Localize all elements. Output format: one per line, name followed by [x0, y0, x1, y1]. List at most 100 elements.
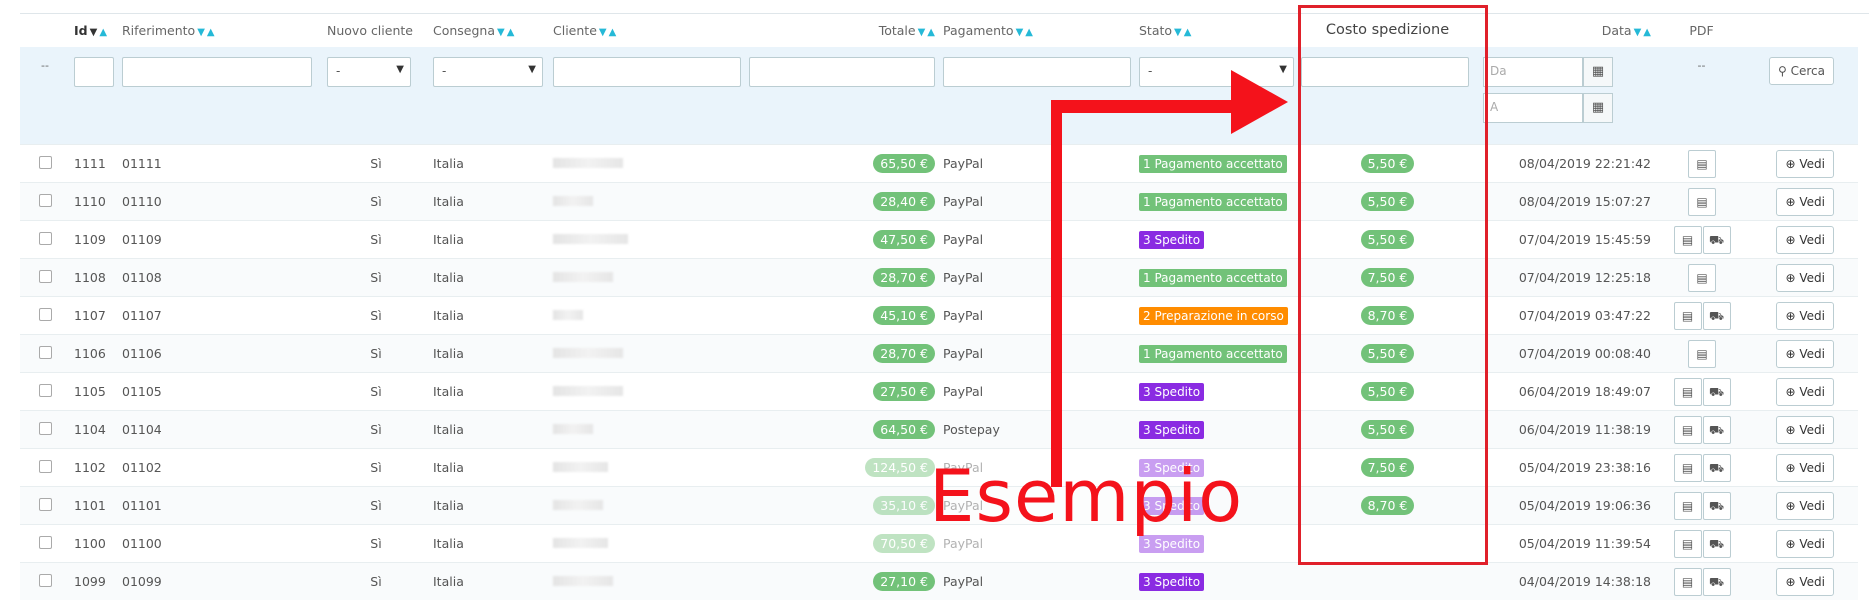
header-totale[interactable]: Totale▼▲ — [745, 13, 939, 47]
order-new-client: Sì — [323, 259, 429, 297]
delivery-truck-icon[interactable]: ⛟ — [1703, 492, 1731, 520]
row-checkbox[interactable] — [39, 346, 52, 359]
filter-consegna-select[interactable]: -▼ — [433, 57, 543, 87]
delivery-truck-icon[interactable]: ⛟ — [1703, 226, 1731, 254]
action-cell: ⊕ Vedi — [1748, 221, 1858, 259]
header-consegna[interactable]: Consegna▼▲ — [429, 13, 549, 47]
order-status-cell: 3 Spedito — [1135, 373, 1300, 411]
order-client — [549, 411, 745, 449]
delivery-truck-icon[interactable]: ⛟ — [1703, 416, 1731, 444]
view-button[interactable]: ⊕ Vedi — [1776, 492, 1834, 520]
filter-totale-input[interactable] — [749, 57, 935, 87]
row-checkbox[interactable] — [39, 536, 52, 549]
pdf-cell: ▤ — [1655, 183, 1748, 221]
header-riferimento[interactable]: Riferimento▼▲ — [118, 13, 323, 47]
filter-ref-input[interactable] — [122, 57, 312, 87]
sort-asc-icon[interactable]: ▲ — [609, 27, 617, 38]
row-checkbox[interactable] — [39, 232, 52, 245]
order-total: 28,70 € — [873, 344, 935, 363]
row-checkbox[interactable] — [39, 384, 52, 397]
order-reference: 01107 — [118, 297, 323, 335]
sort-asc-icon[interactable]: ▲ — [207, 27, 215, 38]
sort-desc-icon[interactable]: ▼ — [1016, 27, 1024, 38]
order-client — [549, 145, 745, 183]
invoice-icon[interactable]: ▤ — [1674, 492, 1702, 520]
row-checkbox[interactable] — [39, 498, 52, 511]
invoice-icon[interactable]: ▤ — [1688, 188, 1716, 216]
sort-asc-icon[interactable]: ▲ — [99, 27, 107, 38]
row-checkbox[interactable] — [39, 156, 52, 169]
sort-asc-icon[interactable]: ▲ — [927, 27, 935, 38]
view-button[interactable]: ⊕ Vedi — [1776, 150, 1834, 178]
sort-asc-icon[interactable]: ▲ — [1184, 27, 1192, 38]
view-button[interactable]: ⊕ Vedi — [1776, 264, 1834, 292]
view-button[interactable]: ⊕ Vedi — [1776, 226, 1834, 254]
order-new-client: Sì — [323, 563, 429, 600]
header-pdf: PDF — [1655, 13, 1748, 47]
view-button[interactable]: ⊕ Vedi — [1776, 302, 1834, 330]
delivery-truck-icon[interactable]: ⛟ — [1703, 378, 1731, 406]
sort-desc-icon[interactable]: ▼ — [599, 27, 607, 38]
order-payment: PayPal — [939, 145, 1135, 183]
sort-desc-icon[interactable]: ▼ — [918, 27, 926, 38]
view-button[interactable]: ⊕ Vedi — [1776, 340, 1834, 368]
invoice-icon[interactable]: ▤ — [1674, 530, 1702, 558]
filter-id-input[interactable] — [74, 57, 114, 87]
sort-asc-icon[interactable]: ▲ — [1025, 27, 1033, 38]
calendar-icon[interactable]: ▦ — [1583, 93, 1613, 123]
invoice-icon[interactable]: ▤ — [1688, 340, 1716, 368]
row-checkbox[interactable] — [39, 460, 52, 473]
filter-new-select[interactable]: -▼ — [327, 57, 411, 87]
row-checkbox[interactable] — [39, 574, 52, 587]
order-client — [549, 373, 745, 411]
order-status: 1 Pagamento accettato — [1139, 193, 1287, 211]
zoom-icon: ⊕ — [1785, 195, 1795, 209]
invoice-icon[interactable]: ▤ — [1674, 378, 1702, 406]
zoom-icon: ⊕ — [1785, 499, 1795, 513]
delivery-truck-icon[interactable]: ⛟ — [1703, 454, 1731, 482]
view-button[interactable]: ⊕ Vedi — [1776, 378, 1834, 406]
header-data[interactable]: Data▼▲ — [1475, 13, 1655, 47]
invoice-icon[interactable]: ▤ — [1688, 150, 1716, 178]
row-checkbox[interactable] — [39, 308, 52, 321]
row-checkbox[interactable] — [39, 422, 52, 435]
filter-cliente-input[interactable] — [553, 57, 741, 87]
view-button[interactable]: ⊕ Vedi — [1776, 530, 1834, 558]
delivery-truck-icon[interactable]: ⛟ — [1703, 302, 1731, 330]
shipping-cost-cell — [1300, 563, 1475, 600]
invoice-icon[interactable]: ▤ — [1674, 302, 1702, 330]
sort-desc-icon[interactable]: ▼ — [497, 27, 505, 38]
row-checkbox[interactable] — [39, 270, 52, 283]
filter-pagamento-input[interactable] — [943, 57, 1131, 87]
table-row: 1105 01105 Sì Italia 27,50 € PayPal 3 Sp… — [20, 373, 1858, 411]
row-checkbox[interactable] — [39, 194, 52, 207]
zoom-icon: ⊕ — [1785, 233, 1795, 247]
client-name-redacted — [553, 576, 613, 586]
view-button[interactable]: ⊕ Vedi — [1776, 188, 1834, 216]
invoice-icon[interactable]: ▤ — [1674, 454, 1702, 482]
order-payment: PayPal — [939, 563, 1135, 600]
date-from-input[interactable]: Da — [1483, 57, 1583, 87]
header-id[interactable]: Id▼▲ — [70, 13, 118, 47]
header-pagamento[interactable]: Pagamento▼▲ — [939, 13, 1135, 47]
client-name-redacted — [553, 196, 593, 206]
invoice-icon[interactable]: ▤ — [1674, 416, 1702, 444]
delivery-truck-icon[interactable]: ⛟ — [1703, 530, 1731, 558]
view-button[interactable]: ⊕ Vedi — [1776, 454, 1834, 482]
view-button[interactable]: ⊕ Vedi — [1776, 416, 1834, 444]
sort-asc-icon[interactable]: ▲ — [1643, 27, 1651, 38]
header-cliente[interactable]: Cliente▼▲ — [549, 13, 745, 47]
header-stato[interactable]: Stato▼▲ — [1135, 13, 1300, 47]
invoice-icon[interactable]: ▤ — [1688, 264, 1716, 292]
sort-desc-icon[interactable]: ▼ — [1174, 27, 1182, 38]
date-to-input[interactable]: A — [1483, 93, 1583, 123]
sort-desc-icon[interactable]: ▼ — [90, 27, 98, 38]
calendar-icon[interactable]: ▦ — [1583, 57, 1613, 87]
row-checkbox-cell — [20, 297, 70, 335]
sort-asc-icon[interactable]: ▲ — [507, 27, 515, 38]
search-button[interactable]: ⚲ Cerca — [1769, 57, 1834, 85]
zoom-icon: ⊕ — [1785, 309, 1795, 323]
sort-desc-icon[interactable]: ▼ — [197, 27, 205, 38]
sort-desc-icon[interactable]: ▼ — [1634, 27, 1642, 38]
invoice-icon[interactable]: ▤ — [1674, 226, 1702, 254]
